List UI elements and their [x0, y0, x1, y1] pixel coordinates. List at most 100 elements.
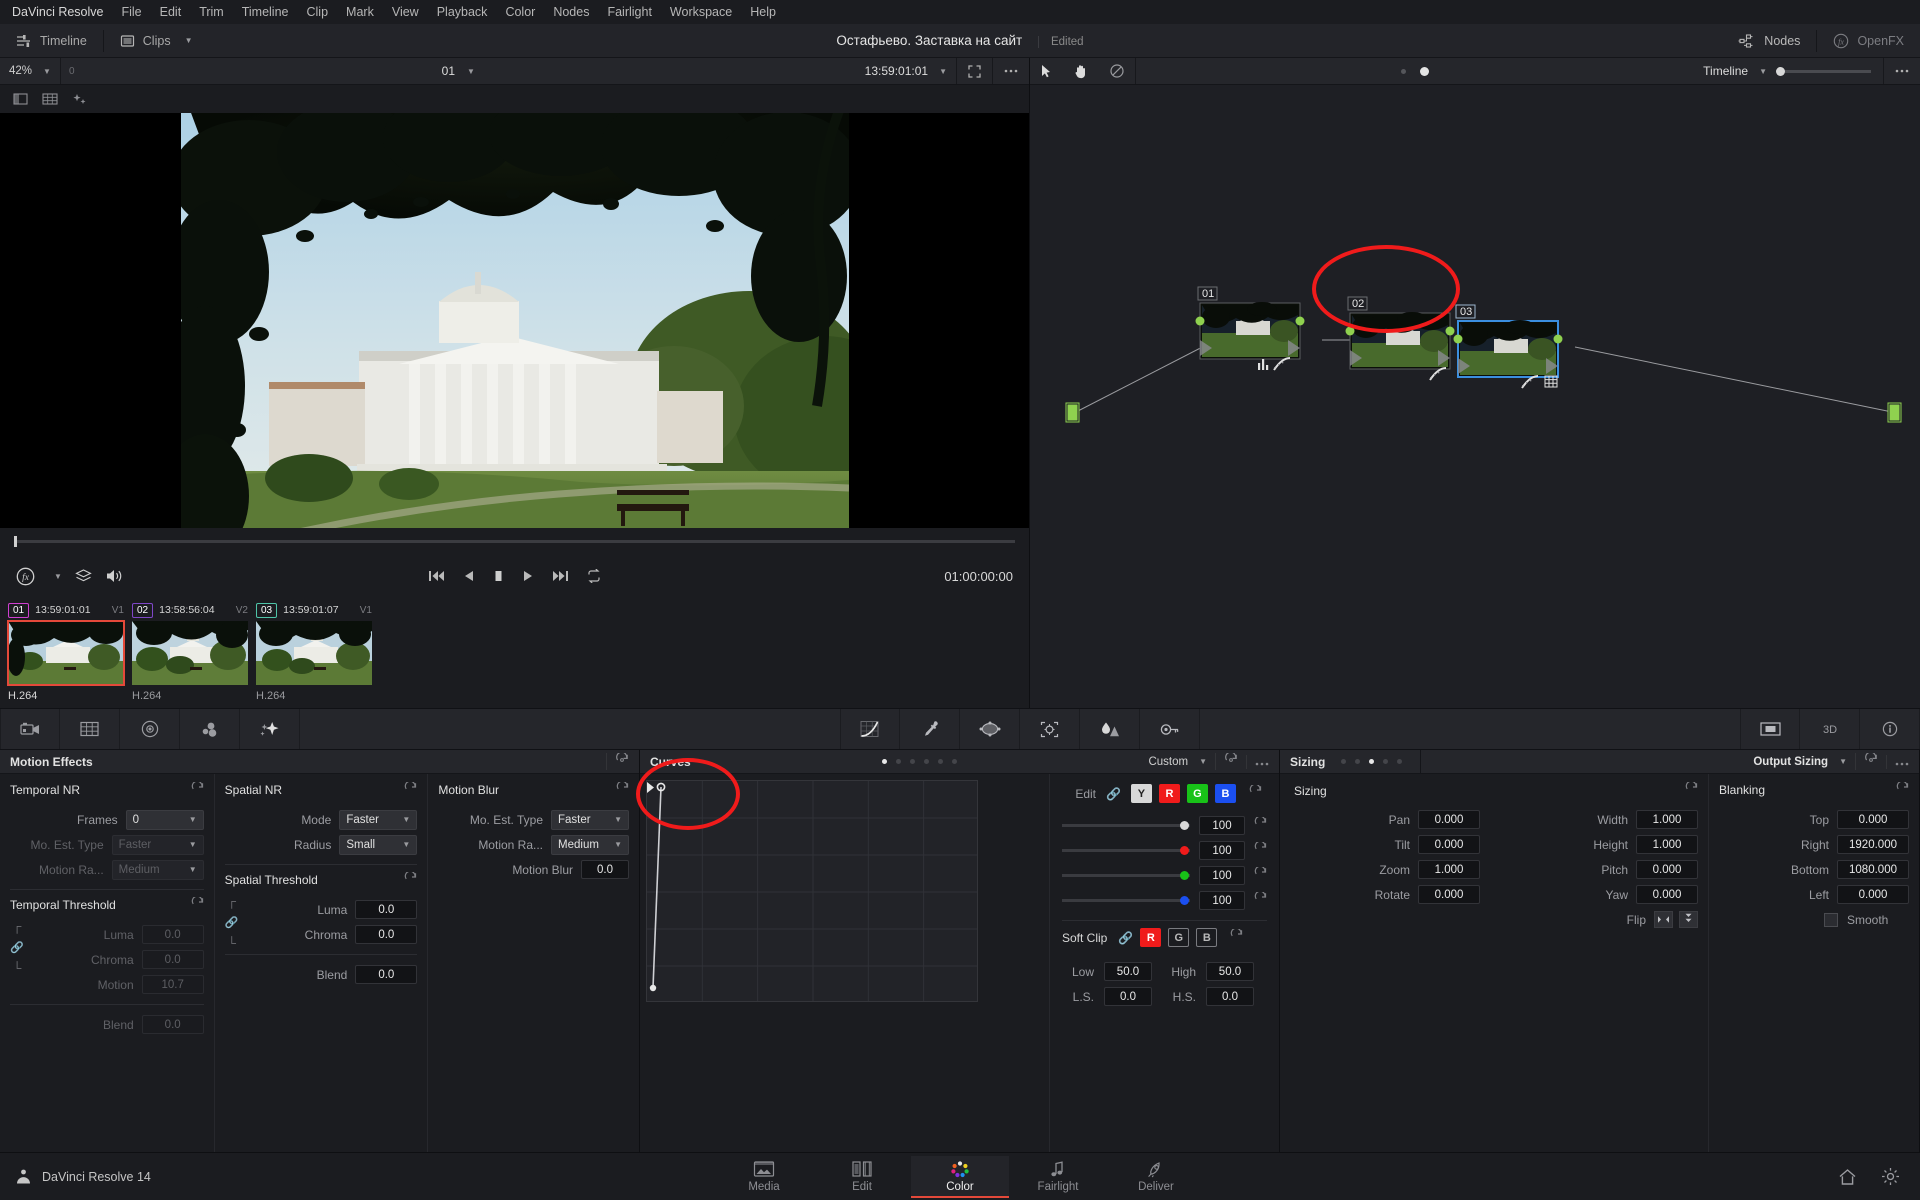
output-sizing-reset-button[interactable]: [1855, 751, 1878, 770]
page-dot[interactable]: [924, 759, 930, 764]
split-screen-button[interactable]: [6, 87, 34, 111]
page-dot[interactable]: [1341, 759, 1347, 764]
blanking-bottom-field[interactable]: 1080.000: [1837, 860, 1909, 879]
motion-range-select[interactable]: Medium ▼: [111, 859, 204, 880]
fullscreen-button[interactable]: [957, 58, 992, 84]
channel-y-button[interactable]: Y: [1130, 784, 1152, 803]
stereo-3d-button[interactable]: 3D: [1800, 709, 1860, 749]
clip-image[interactable]: [256, 621, 372, 685]
color-wheels-button[interactable]: [120, 709, 180, 749]
link-softclip-icon[interactable]: 🔗: [1118, 931, 1133, 945]
chevron-down-icon[interactable]: ▼: [54, 572, 62, 581]
yaw-field[interactable]: 0.000: [1636, 885, 1698, 904]
slider-knob[interactable]: [1179, 896, 1189, 905]
select-tool-button[interactable]: [1030, 58, 1063, 84]
mo-est-type-select[interactable]: Faster ▼: [111, 834, 204, 855]
viewer-scrubber[interactable]: [0, 528, 1029, 554]
openfx-button[interactable]: fx OpenFX: [1817, 24, 1920, 57]
page-dot[interactable]: [938, 759, 944, 764]
slider-knob[interactable]: [1179, 871, 1189, 880]
camera-raw-button[interactable]: [0, 709, 60, 749]
curve-reset-g-button[interactable]: [1254, 865, 1267, 885]
curves-button[interactable]: [840, 709, 900, 749]
blanking-reset-button[interactable]: [1896, 780, 1909, 798]
menu-item-timeline[interactable]: Timeline: [233, 3, 298, 21]
bypass-color-icon[interactable]: fx: [16, 567, 35, 586]
curve-reset-y-button[interactable]: [1254, 815, 1267, 835]
blur-button[interactable]: [1080, 709, 1140, 749]
curve-slider-b[interactable]: [1062, 896, 1190, 905]
curves-page-dots[interactable]: [882, 759, 958, 764]
spatial-chroma-field[interactable]: 0.0: [355, 925, 418, 944]
clip-thumbnail-03[interactable]: 03 13:59:01:07 V1 H.264: [252, 602, 376, 708]
layers-icon[interactable]: [75, 568, 92, 584]
scrubber-track[interactable]: [14, 535, 1015, 547]
clip-image[interactable]: [7, 620, 125, 686]
curve-value-r[interactable]: 100: [1199, 841, 1245, 860]
page-dot[interactable]: [1397, 759, 1403, 764]
clips-button[interactable]: Clips ▼: [104, 24, 209, 57]
link-bracket-icon[interactable]: ┌ 🔗 └: [225, 895, 239, 949]
page-button-media[interactable]: Media: [715, 1156, 813, 1198]
width-field[interactable]: 1.000: [1636, 810, 1698, 829]
spatial-luma-field[interactable]: 0.0: [355, 900, 418, 919]
video-viewer[interactable]: [0, 113, 1029, 528]
disable-tool-button[interactable]: [1099, 58, 1135, 84]
page-dot[interactable]: [952, 759, 958, 764]
menu-item-edit[interactable]: Edit: [151, 3, 191, 21]
menu-item-file[interactable]: File: [112, 3, 150, 21]
play-icon[interactable]: [522, 569, 535, 583]
curve-grid[interactable]: [646, 780, 978, 1002]
output-sizing-select[interactable]: Output Sizing ▼: [1753, 756, 1847, 768]
color-match-button[interactable]: [60, 709, 120, 749]
spatial-blend-field[interactable]: 0.0: [355, 965, 418, 984]
temporal-nr-reset-button[interactable]: [191, 780, 204, 798]
spatial-nr-reset-button[interactable]: [404, 780, 417, 798]
menu-item-color[interactable]: Color: [496, 3, 544, 21]
curve-slider-r[interactable]: [1062, 846, 1190, 855]
nodes-toggle-button[interactable]: Nodes: [1722, 24, 1816, 57]
rgb-mixer-button[interactable]: [240, 709, 300, 749]
mb-mo-est-select[interactable]: Faster ▼: [551, 809, 630, 830]
viewer-zoom-control[interactable]: 42% ▼: [0, 65, 60, 77]
softclip-reset-button[interactable]: [1230, 927, 1243, 947]
softclip-ls-field[interactable]: 0.0: [1104, 987, 1152, 1006]
page-dot[interactable]: [896, 759, 902, 764]
page-dot[interactable]: [910, 759, 916, 764]
motion-effects-reset-button[interactable]: [606, 751, 629, 770]
link-bracket-icon[interactable]: ┌ 🔗 └: [10, 920, 24, 974]
page-button-color[interactable]: Color: [911, 1155, 1009, 1198]
audio-volume-icon[interactable]: [105, 568, 123, 584]
output-sizing-options-button[interactable]: [1886, 754, 1909, 769]
qualifier-button[interactable]: [900, 709, 960, 749]
viewer-clip-selector[interactable]: 0 01 ▼: [61, 64, 856, 78]
jump-to-start-icon[interactable]: [428, 569, 445, 583]
menu-item-nodes[interactable]: Nodes: [544, 3, 598, 21]
blanking-top-field[interactable]: 0.000: [1837, 810, 1909, 829]
spatial-radius-select[interactable]: Small ▼: [339, 834, 418, 855]
enhance-button[interactable]: [66, 87, 94, 111]
clip-thumbnail-02[interactable]: 02 13:58:56:04 V2 H.264: [128, 602, 252, 708]
motion-blur-reset-button[interactable]: [616, 780, 629, 798]
node-canvas[interactable]: 01 02 03: [1030, 85, 1920, 708]
curve-slider-y[interactable]: [1062, 821, 1190, 830]
stop-icon[interactable]: [492, 569, 505, 583]
play-reverse-icon[interactable]: [462, 569, 475, 583]
softclip-b-button[interactable]: B: [1196, 928, 1218, 947]
page-button-deliver[interactable]: Deliver: [1107, 1156, 1205, 1198]
tracker-button[interactable]: [1020, 709, 1080, 749]
mb-amount-field[interactable]: 0.0: [581, 860, 630, 879]
menu-item-fairlight[interactable]: Fairlight: [598, 3, 660, 21]
pan-tool-button[interactable]: [1063, 58, 1099, 84]
page-dot[interactable]: [1369, 759, 1375, 764]
node-dot[interactable]: [1401, 68, 1407, 74]
grid-view-button[interactable]: [36, 87, 64, 111]
node-zoom-slider[interactable]: [1776, 66, 1883, 76]
smooth-checkbox[interactable]: [1824, 912, 1838, 927]
rotate-field[interactable]: 0.000: [1418, 885, 1480, 904]
temporal-motion-field[interactable]: 10.7: [141, 975, 204, 994]
menu-item-davinci-resolve[interactable]: DaVinci Resolve: [10, 3, 112, 21]
viewer-timecode[interactable]: 13:59:01:01 ▼: [856, 64, 956, 78]
page-button-fairlight[interactable]: Fairlight: [1009, 1156, 1107, 1198]
curves-mode-select[interactable]: Custom ▼: [1148, 756, 1207, 768]
